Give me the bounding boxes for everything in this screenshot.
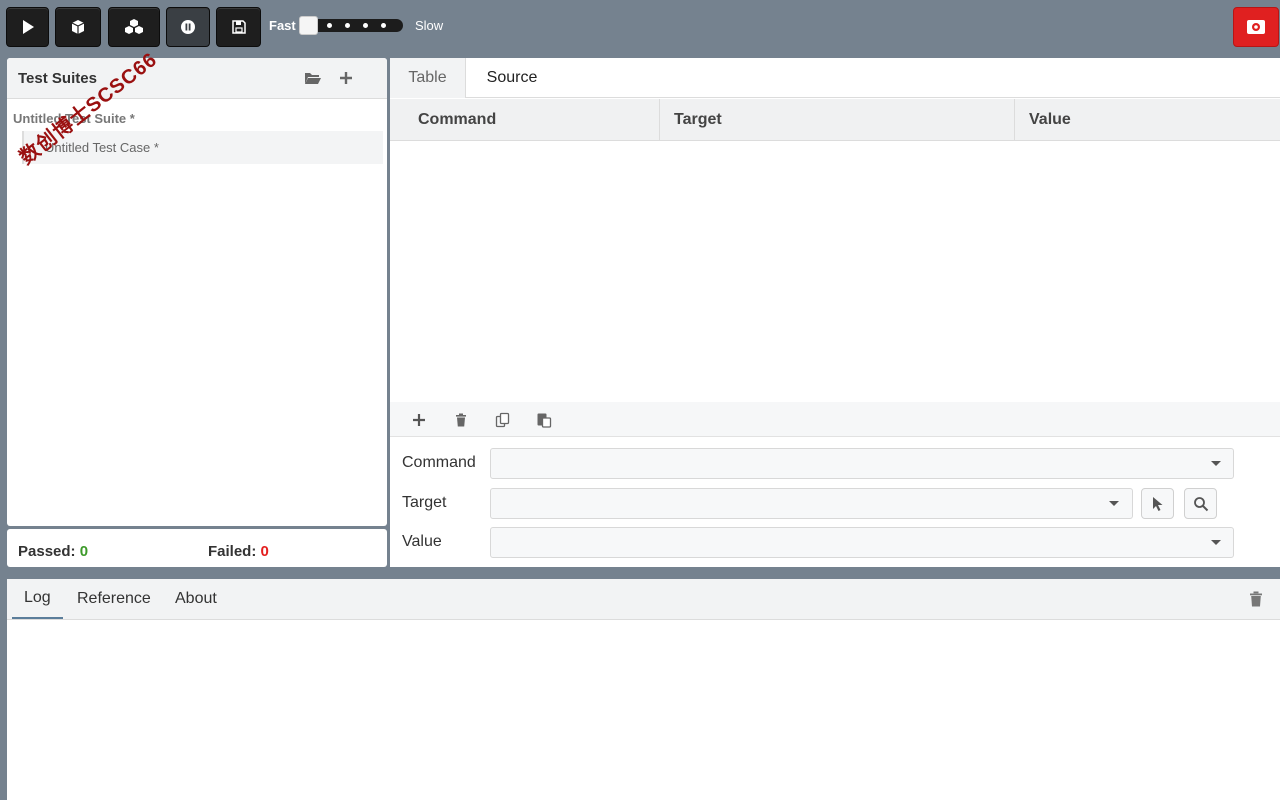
record-icon xyxy=(1247,20,1265,34)
main-toolbar: Fast Slow xyxy=(0,0,1280,56)
command-grid-body[interactable] xyxy=(390,142,1280,402)
paste-command-icon[interactable] xyxy=(534,410,554,430)
passed-stat: Passed: 0 xyxy=(18,543,88,560)
speed-step xyxy=(381,23,386,28)
test-suites-panel: Test Suites Untitled Test Suite * Untitl… xyxy=(7,48,387,526)
command-grid-header: Command Target Value xyxy=(390,99,1280,141)
chevron-down-icon xyxy=(1211,540,1221,545)
target-select[interactable] xyxy=(490,488,1133,519)
test-editor-panel: Table Source Command Target Value Comman… xyxy=(390,58,1280,567)
editor-tabs: Table Source xyxy=(390,58,1280,98)
open-folder-icon[interactable] xyxy=(304,71,322,90)
play-test-suite-button[interactable] xyxy=(55,7,101,47)
test-case-item[interactable]: Untitled Test Case * xyxy=(22,131,383,164)
command-select[interactable] xyxy=(490,448,1234,479)
speed-step xyxy=(345,23,350,28)
log-output[interactable] xyxy=(7,621,1280,800)
test-suites-title: Test Suites xyxy=(18,69,97,87)
console-panel: Log Reference About xyxy=(7,579,1280,800)
find-target-button[interactable] xyxy=(1184,488,1217,519)
failed-label: Failed: xyxy=(208,543,257,560)
results-status: Passed: 0 Failed: 0 xyxy=(7,529,387,567)
add-command-icon[interactable] xyxy=(409,410,429,430)
record-button[interactable] xyxy=(1233,7,1279,47)
add-suite-icon[interactable] xyxy=(338,70,354,91)
console-tabs: Log Reference About xyxy=(7,579,1280,620)
save-icon xyxy=(231,20,246,34)
save-button[interactable] xyxy=(216,7,261,47)
cubes-icon xyxy=(125,19,143,34)
test-suites-header: Test Suites xyxy=(7,58,387,99)
select-target-button[interactable] xyxy=(1141,488,1174,519)
speed-slider-handle[interactable] xyxy=(299,16,318,35)
play-all-suites-button[interactable] xyxy=(108,7,160,47)
command-toolbar xyxy=(390,402,1280,437)
copy-command-icon[interactable] xyxy=(493,410,513,430)
tab-about[interactable]: About xyxy=(175,579,217,619)
tab-table[interactable]: Table xyxy=(390,58,466,98)
column-command[interactable]: Command xyxy=(390,99,660,141)
play-icon xyxy=(22,20,34,34)
delete-command-icon[interactable] xyxy=(451,410,471,430)
command-label: Command xyxy=(402,454,476,471)
tab-source[interactable]: Source xyxy=(466,58,558,98)
chevron-down-icon xyxy=(1109,501,1119,506)
value-label: Value xyxy=(402,533,442,550)
passed-count: 0 xyxy=(79,543,89,560)
pause-icon xyxy=(181,20,195,34)
column-target[interactable]: Target xyxy=(660,99,1015,141)
value-select[interactable] xyxy=(490,527,1234,558)
target-label: Target xyxy=(402,494,447,511)
failed-count: 0 xyxy=(260,543,269,560)
speed-slow-label: Slow xyxy=(415,18,444,33)
passed-label: Passed: xyxy=(18,543,76,560)
column-value[interactable]: Value xyxy=(1015,99,1280,141)
speed-fast-label: Fast xyxy=(269,18,296,33)
cube-icon xyxy=(71,20,85,34)
clear-log-icon[interactable] xyxy=(1249,591,1263,612)
search-icon xyxy=(1193,496,1208,511)
cursor-icon xyxy=(1152,496,1162,511)
tab-reference[interactable]: Reference xyxy=(77,579,151,619)
failed-stat: Failed: 0 xyxy=(208,543,269,560)
play-test-case-button[interactable] xyxy=(6,7,49,47)
speed-step xyxy=(327,23,332,28)
chevron-down-icon xyxy=(1211,461,1221,466)
tab-log[interactable]: Log xyxy=(12,579,63,619)
speed-step xyxy=(363,23,368,28)
pause-button[interactable] xyxy=(166,7,210,47)
